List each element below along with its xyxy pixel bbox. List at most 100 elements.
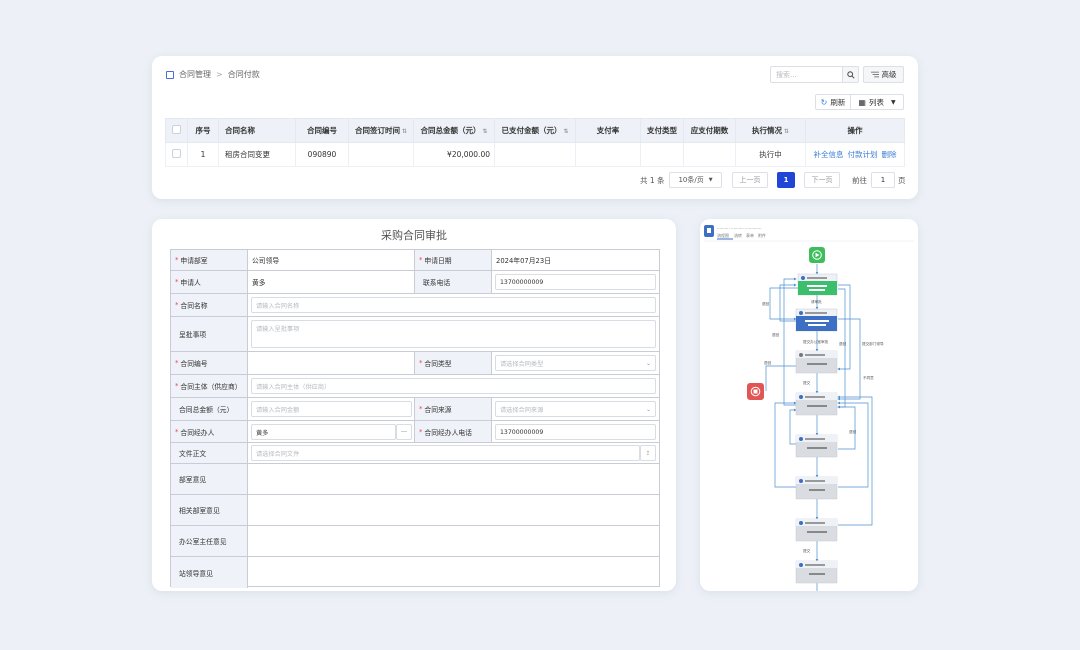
- column-header-payment-rate: 支付率: [575, 118, 641, 143]
- select-all-checkbox-cell[interactable]: [165, 118, 188, 143]
- edge-label: 退回: [762, 301, 770, 306]
- handler-input[interactable]: 黄多: [251, 424, 396, 440]
- document-input[interactable]: 请选择合同文件: [251, 445, 640, 461]
- flow-tab-attachment[interactable]: 附件: [758, 232, 766, 238]
- column-header-index: 序号: [187, 118, 219, 143]
- office-opinion-label: 办公室主任意见: [171, 526, 248, 556]
- contract-type-select[interactable]: 请选择合同类型 ⌄: [495, 355, 656, 371]
- sort-icon[interactable]: ⇅: [563, 128, 568, 135]
- column-header-periods: 应支付期数: [683, 118, 736, 143]
- column-header-total-amount[interactable]: 合同总金额（元） ⇅: [413, 118, 495, 143]
- page-size-select[interactable]: 10条/页 ▼: [669, 172, 722, 188]
- task-node-pending-6[interactable]: [795, 560, 838, 584]
- contract-number-label: * 合同编号: [171, 352, 248, 374]
- edge-label: 提交部门领导: [862, 341, 884, 346]
- contract-list-card: 合同管理 > 合同付款 搜索... 高级 ↻ 刷新 ▦ 列表 ▼ 序号 合同名称…: [152, 56, 918, 199]
- task-node-pending-3[interactable]: [795, 434, 838, 458]
- row-checkbox-cell[interactable]: [165, 142, 188, 167]
- contract-number-cell[interactable]: [248, 352, 415, 374]
- delete-link[interactable]: 删除: [882, 150, 897, 159]
- office-opinion-area[interactable]: [248, 526, 659, 556]
- upload-button[interactable]: ⇪: [640, 445, 656, 461]
- form-row-office-opinion: 办公室主任意见: [171, 526, 659, 557]
- cell-status: 执行中: [735, 142, 806, 167]
- matter-label: 呈批事项: [171, 317, 248, 351]
- goto-label: 前往: [852, 175, 867, 185]
- form-row-document: 文件正文 请选择合同文件 ⇪: [171, 443, 659, 464]
- column-header-paid-amount[interactable]: 已支付金额（元） ⇅: [494, 118, 576, 143]
- related-opinion-label: 相关部室意见: [171, 495, 248, 525]
- sort-icon[interactable]: ⇅: [402, 128, 407, 135]
- phone-input[interactable]: 13700000009: [495, 274, 656, 290]
- applicant-value: 黄多: [248, 271, 415, 293]
- refresh-button[interactable]: ↻ 刷新: [815, 94, 851, 110]
- flow-tab-form[interactable]: 表单: [746, 232, 754, 238]
- handler-phone-label: * 合同经办人电话: [415, 421, 492, 442]
- task-node-pending-4[interactable]: [795, 476, 838, 500]
- handler-phone-input[interactable]: 13700000009: [495, 424, 656, 440]
- contract-name-input[interactable]: 请输入合同名称: [251, 297, 656, 313]
- view-mode-dropdown[interactable]: ▦ 列表 ▼: [851, 94, 904, 110]
- form-row-related-opinion: 相关部室意见: [171, 495, 659, 526]
- payment-plan-link[interactable]: 付款计划: [848, 150, 878, 159]
- search-button[interactable]: [842, 66, 859, 83]
- form-row-dept-date: * 申请部室 公司领导 * 申请日期 2024年07月23日: [171, 250, 659, 271]
- page-unit-label: 页: [898, 175, 906, 185]
- contract-amount-input[interactable]: 请输入合同金额: [251, 401, 412, 417]
- column-header-payment-type: 支付类型: [640, 118, 684, 143]
- page-size-value: 10条/页: [678, 176, 704, 184]
- form-row-contract-name: * 合同名称 请输入合同名称: [171, 294, 659, 317]
- dept-opinion-area[interactable]: [248, 464, 659, 494]
- select-all-checkbox[interactable]: [172, 125, 181, 134]
- flow-tab-flowchart[interactable]: 流程图: [717, 232, 729, 238]
- advanced-search-button[interactable]: 高级: [863, 66, 904, 83]
- refresh-icon: ↻: [820, 97, 828, 107]
- chevron-down-icon: ⌄: [645, 360, 651, 367]
- next-page-button[interactable]: 下一页: [804, 172, 840, 188]
- column-header-sign-date[interactable]: 合同签订时间 ⇅: [348, 118, 414, 143]
- contract-source-select[interactable]: 请选择合同来源 ⌄: [495, 401, 656, 417]
- sort-icon[interactable]: ⇅: [482, 128, 487, 135]
- cell-index: 1: [187, 142, 219, 167]
- stop-icon: [753, 389, 758, 394]
- task-node-done[interactable]: [795, 308, 838, 332]
- leader-opinion-area[interactable]: [248, 557, 659, 588]
- page-number-current[interactable]: 1: [777, 172, 795, 188]
- chevron-down-icon: ⌄: [645, 406, 651, 413]
- applicant-label: * 申请人: [171, 271, 248, 293]
- column-header-status[interactable]: 执行情况 ⇅: [735, 118, 806, 143]
- form-row-dept-opinion: 部室意见: [171, 464, 659, 495]
- related-opinion-area[interactable]: [248, 495, 659, 525]
- date-label: * 申请日期: [415, 250, 492, 270]
- flow-tab-transfer[interactable]: 流转: [734, 232, 742, 238]
- edge-label: 提交办公室审批: [803, 339, 829, 344]
- row-checkbox[interactable]: [172, 149, 181, 158]
- task-node-active[interactable]: [797, 273, 838, 296]
- status-header-label: 执行情况: [751, 126, 782, 135]
- prev-page-button[interactable]: 上一页: [732, 172, 768, 188]
- handler-picker-button[interactable]: ···: [396, 424, 412, 440]
- matter-textarea[interactable]: 请输入呈批事项: [251, 320, 656, 348]
- sort-icon[interactable]: ⇅: [784, 128, 789, 135]
- cell-payment-rate: [575, 142, 641, 167]
- contract-name-label: * 合同名称: [171, 294, 248, 316]
- contract-party-input[interactable]: 请输入合同主体（供应商）: [251, 378, 656, 394]
- task-node-pending-2[interactable]: [795, 392, 838, 416]
- advanced-search-label: 高级: [881, 70, 897, 79]
- breadcrumb-item-contract-payment: 合同付款: [227, 70, 260, 79]
- cell-paid-amount: [494, 142, 576, 167]
- dept-opinion-label: 部室意见: [171, 464, 248, 494]
- task-node-pending-1[interactable]: [795, 350, 838, 374]
- contract-amount-label: 合同总金额（元）: [171, 398, 248, 420]
- goto-page-input[interactable]: 1: [871, 172, 895, 188]
- caret-down-icon: ▼: [890, 98, 896, 106]
- workflow-card: ·········· ·········· ············· 流程图 …: [700, 219, 918, 591]
- breadcrumb-item-contract-management[interactable]: 合同管理: [179, 69, 211, 80]
- form-row-leader-opinion: 站领导意见: [171, 557, 659, 588]
- app-logo-glyph: [707, 228, 711, 233]
- refresh-label: 刷新: [830, 97, 846, 107]
- search-input[interactable]: 搜索...: [770, 66, 844, 83]
- task-node-pending-5[interactable]: [795, 518, 838, 542]
- complete-info-link[interactable]: 补全信息: [814, 150, 844, 159]
- view-mode-label: 列表: [868, 97, 884, 107]
